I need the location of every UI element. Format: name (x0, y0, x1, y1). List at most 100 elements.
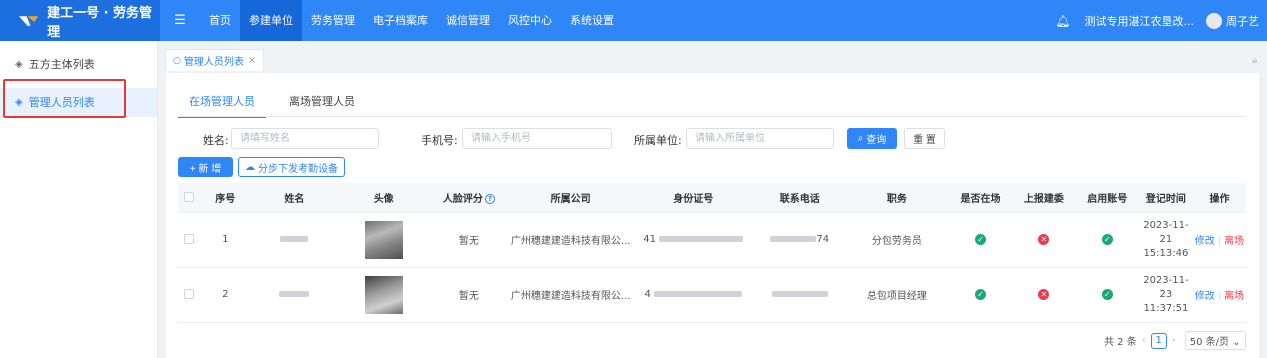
row-face-score: 暂无 (428, 212, 510, 268)
edit-link[interactable]: 修改 (1195, 236, 1215, 247)
chevron-left-icon[interactable]: ‹ (1142, 335, 1146, 346)
lock-icon[interactable]: 🔒︎ (1252, 55, 1261, 66)
nav-labor-management[interactable]: 劳务管理 (302, 0, 364, 41)
row-checkbox[interactable] (184, 234, 195, 244)
redacted-text (770, 236, 817, 242)
leave-link[interactable]: 离场 (1224, 291, 1244, 302)
column-header: 联系电话 (754, 183, 845, 213)
column-header: 职务 (844, 183, 949, 213)
leave-link[interactable]: 离场 (1224, 236, 1244, 247)
menu-fold-icon[interactable]: ☰ (160, 13, 200, 28)
search-icon: ⌕ (857, 133, 864, 144)
help-icon[interactable]: ? (484, 193, 495, 204)
row-position: 总包项目经理 (844, 267, 949, 323)
date: 2023-11-23 (1143, 274, 1189, 300)
redacted-text (771, 291, 828, 297)
cloud-upload-icon: ☁ (245, 161, 255, 173)
close-icon[interactable]: × (248, 55, 256, 66)
sidebar: ◈ 五方主体列表 ◈ 管理人员列表 (0, 41, 158, 358)
row-phone: 74 (754, 212, 845, 268)
row-face-score: 暂无 (428, 267, 510, 323)
tab-on-site-managers[interactable]: 在场管理人员 (178, 93, 266, 118)
search-button[interactable]: ⌕ 查询 (847, 128, 897, 149)
tab-off-site-managers[interactable]: 离场管理人员 (278, 93, 366, 118)
nav-risk-center[interactable]: 风控中心 (499, 0, 561, 41)
redacted-text (279, 291, 310, 297)
avatar[interactable] (1206, 12, 1222, 29)
row-phone (754, 267, 845, 323)
edit-link[interactable]: 修改 (1195, 291, 1215, 302)
row-avatar-cell (339, 212, 429, 268)
date: 2023-11-21 (1143, 219, 1189, 245)
column-header: 身份证号 (631, 183, 755, 213)
sync-button-label: 分步下发考勤设备 (258, 163, 338, 175)
add-button[interactable]: + 新 增 (178, 157, 233, 177)
brand-logo-icon (18, 15, 39, 26)
unit-input[interactable] (686, 128, 834, 149)
select-all-cell (178, 183, 201, 213)
column-header: 登记时间 (1138, 183, 1193, 213)
sidebar-item-managers[interactable]: ◈ 管理人员列表 (0, 88, 157, 117)
row-reported: ✕ (1012, 267, 1076, 323)
check-circle-icon: ✓ (1101, 234, 1113, 245)
nav-credit-management[interactable]: 诚信管理 (437, 0, 499, 41)
main-card: 在场管理人员 离场管理人员 姓名: 手机号: 所属单位: ⌕ 查询 重 置 + … (166, 73, 1259, 358)
phone-input[interactable] (462, 128, 612, 149)
total-count: 共 2 条 (1104, 337, 1137, 348)
name-input[interactable] (231, 128, 379, 149)
row-company: 广州穗建建造科技有限公... (509, 267, 632, 323)
row-index: 2 (200, 267, 250, 323)
page-number[interactable]: 1 (1150, 332, 1167, 349)
name-label: 姓名: (203, 134, 229, 147)
user-name[interactable]: 周子艺 (1226, 13, 1259, 29)
row-id-number: 4 (631, 267, 755, 323)
reset-button[interactable]: 重 置 (904, 128, 945, 149)
row-position: 分包劳务员 (844, 212, 949, 268)
search-button-label: 查询 (866, 135, 887, 146)
phone-label: 手机号: (421, 134, 458, 147)
select-all-checkbox[interactable] (184, 191, 195, 202)
nav-participating-units[interactable]: 参建单位 (240, 0, 302, 41)
page-tabs: ○ 管理人员列表 × 🔒︎ (160, 49, 1267, 73)
row-company: 广州穗建建造科技有限公... (509, 212, 632, 268)
sync-attendance-button[interactable]: ☁ 分步下发考勤设备 (238, 157, 345, 177)
managers-table: 序号 姓名 头像 人脸评分? 所属公司 身份证号 联系电话 职务 是否在场 上报… (178, 183, 1246, 323)
bell-icon[interactable]: 🔔︎ (1055, 14, 1070, 28)
row-registered-time: 2023-11-21 15:13:46 (1138, 212, 1193, 268)
top-right: 🔔︎ 测试专用湛江农垦改... 周子艺 (1055, 12, 1267, 29)
chevron-right-icon[interactable]: › (1172, 335, 1176, 346)
column-header: 上报建委 (1012, 183, 1076, 213)
separator: | (1217, 236, 1222, 247)
row-checkbox[interactable] (184, 289, 195, 299)
column-header: 所属公司 (509, 183, 632, 213)
page-tab-label: 管理人员列表 (183, 57, 244, 68)
layers-icon: ◈ (15, 59, 23, 70)
nav-system-settings[interactable]: 系统设置 (561, 0, 623, 41)
row-avatar-cell (339, 267, 429, 323)
unit-label: 所属单位: (634, 134, 682, 147)
page-size-select[interactable]: 50 条/页 ⌄ (1184, 331, 1246, 350)
org-switcher[interactable]: 测试专用湛江农垦改... (1085, 13, 1195, 29)
check-circle-icon: ✓ (974, 289, 986, 300)
id-prefix: 41 (643, 234, 657, 245)
brand[interactable]: 建工一号 · 劳务管理 (0, 0, 160, 41)
person-photo[interactable] (364, 275, 403, 314)
sidebar-item-label: 五方主体列表 (28, 58, 95, 71)
nav-home[interactable]: 首页 (200, 0, 240, 41)
column-header: 序号 (200, 183, 250, 213)
time: 15:13:46 (1143, 247, 1189, 259)
filter-bar: 姓名: 手机号: 所属单位: ⌕ 查询 重 置 (166, 128, 1259, 150)
page-tab-managers[interactable]: ○ 管理人员列表 × (165, 49, 265, 71)
table-header-row: 序号 姓名 头像 人脸评分? 所属公司 身份证号 联系电话 职务 是否在场 上报… (178, 183, 1246, 213)
phone-suffix: 74 (816, 234, 830, 245)
redacted-text (654, 291, 743, 297)
person-photo[interactable] (364, 220, 403, 259)
time: 11:37:51 (1143, 302, 1189, 314)
sidebar-item-label: 管理人员列表 (28, 96, 95, 109)
close-circle-icon: ✕ (1038, 289, 1050, 300)
sidebar-item-five-parties[interactable]: ◈ 五方主体列表 (0, 50, 157, 79)
column-header: 姓名 (249, 183, 340, 213)
nav-e-archive[interactable]: 电子档案库 (364, 0, 437, 41)
chevron-down-icon: ⌄ (1232, 337, 1241, 348)
row-name-redacted (249, 267, 340, 323)
